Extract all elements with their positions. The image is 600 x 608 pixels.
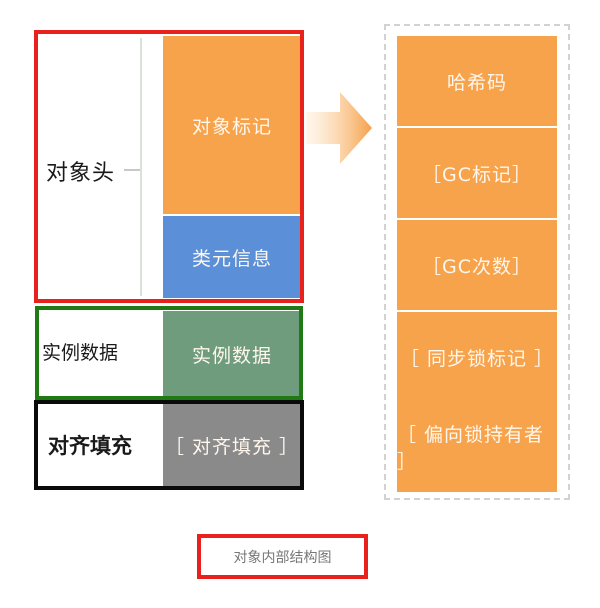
padding-frame (34, 400, 304, 490)
instance-data-frame (35, 306, 303, 400)
lock-flag-cell: ［ 同步锁标记 ］ (397, 312, 557, 402)
hash-code-cell: 哈希码 (397, 36, 557, 126)
expand-arrow-icon (306, 92, 372, 164)
gc-mark-cell: ［GC标记］ (397, 128, 557, 218)
caption-text: 对象内部结构图 (233, 549, 332, 566)
gc-count-cell: ［GC次数］ (397, 220, 557, 310)
caption-frame: 对象内部结构图 (197, 534, 368, 579)
biased-lock-owner-cell: ［ 偏向锁持有者 ］ (397, 402, 557, 492)
object-header-frame (34, 30, 304, 303)
